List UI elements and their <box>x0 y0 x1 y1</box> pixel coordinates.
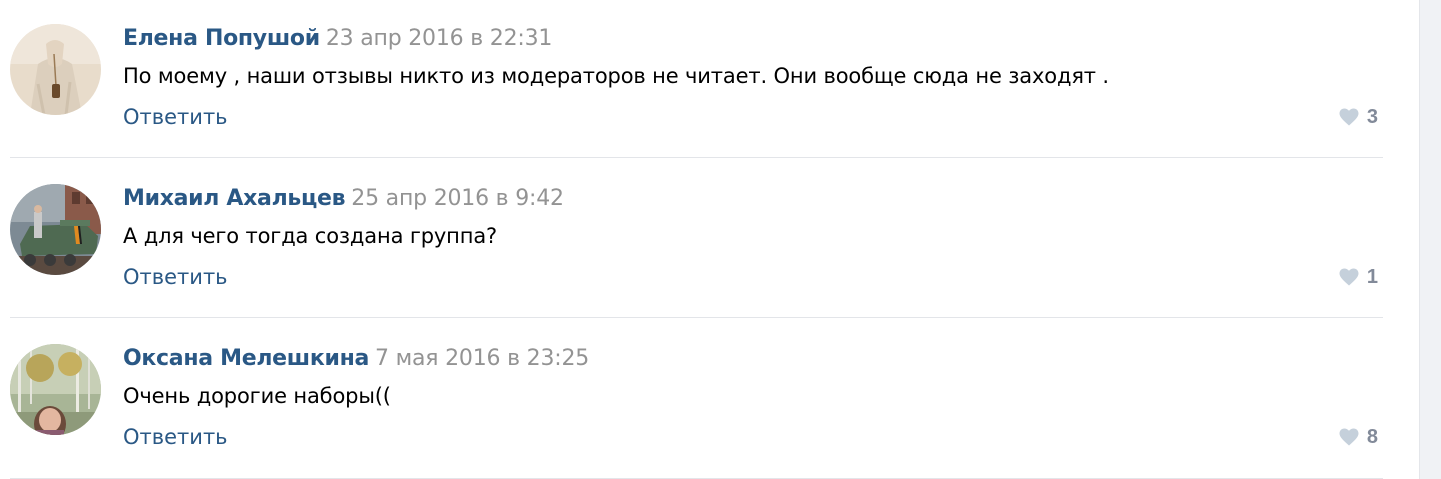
divider <box>10 317 1383 318</box>
comment-header: Михаил Ахальцев 25 апр 2016 в 9:42 <box>123 184 564 214</box>
author-name[interactable]: Михаил Ахальцев <box>123 186 346 211</box>
comment-date[interactable]: 23 апр 2016 в 22:31 <box>326 26 553 51</box>
comment-item: Михаил Ахальцев 25 апр 2016 в 9:42 А для … <box>0 160 1390 320</box>
comment-text: По моему , наши отзывы никто из модерато… <box>123 64 1109 88</box>
heart-icon <box>1339 268 1359 286</box>
like-button[interactable]: 8 <box>1339 423 1378 451</box>
heart-icon <box>1339 108 1359 126</box>
like-button[interactable]: 3 <box>1339 103 1378 131</box>
like-count: 3 <box>1366 105 1378 128</box>
comment-item: Елена Попушой 23 апр 2016 в 22:31 По моем… <box>0 0 1390 160</box>
comments-page: Елена Попушой 23 апр 2016 в 22:31 По моем… <box>0 0 1441 479</box>
scrollbar[interactable] <box>1419 0 1441 479</box>
reply-button[interactable]: Ответить <box>123 103 228 131</box>
like-count: 1 <box>1366 265 1378 288</box>
comment-header: Оксана Мелешкина 7 мая 2016 в 23:25 <box>123 344 589 374</box>
comment-header: Елена Попушой 23 апр 2016 в 22:31 <box>123 24 552 54</box>
avatar[interactable] <box>10 24 101 115</box>
like-count: 8 <box>1366 425 1378 448</box>
heart-icon <box>1339 428 1359 446</box>
avatar-photo <box>10 184 101 275</box>
comment-date[interactable]: 25 апр 2016 в 9:42 <box>351 186 564 211</box>
divider <box>10 157 1383 158</box>
avatar-photo <box>10 24 101 115</box>
avatar[interactable] <box>10 344 101 435</box>
reply-button[interactable]: Ответить <box>123 263 228 291</box>
avatar-photo <box>10 344 101 435</box>
like-button[interactable]: 1 <box>1339 263 1378 291</box>
author-name[interactable]: Елена Попушой <box>123 26 320 51</box>
reply-button[interactable]: Ответить <box>123 423 228 451</box>
comment-text: Очень дорогие наборы(( <box>123 384 391 408</box>
comment-text: А для чего тогда создана группа? <box>123 224 498 248</box>
author-name[interactable]: Оксана Мелешкина <box>123 346 369 371</box>
avatar[interactable] <box>10 184 101 275</box>
comment-date[interactable]: 7 мая 2016 в 23:25 <box>375 346 589 371</box>
comment-item: Оксана Мелешкина 7 мая 2016 в 23:25 Очень… <box>0 320 1390 479</box>
